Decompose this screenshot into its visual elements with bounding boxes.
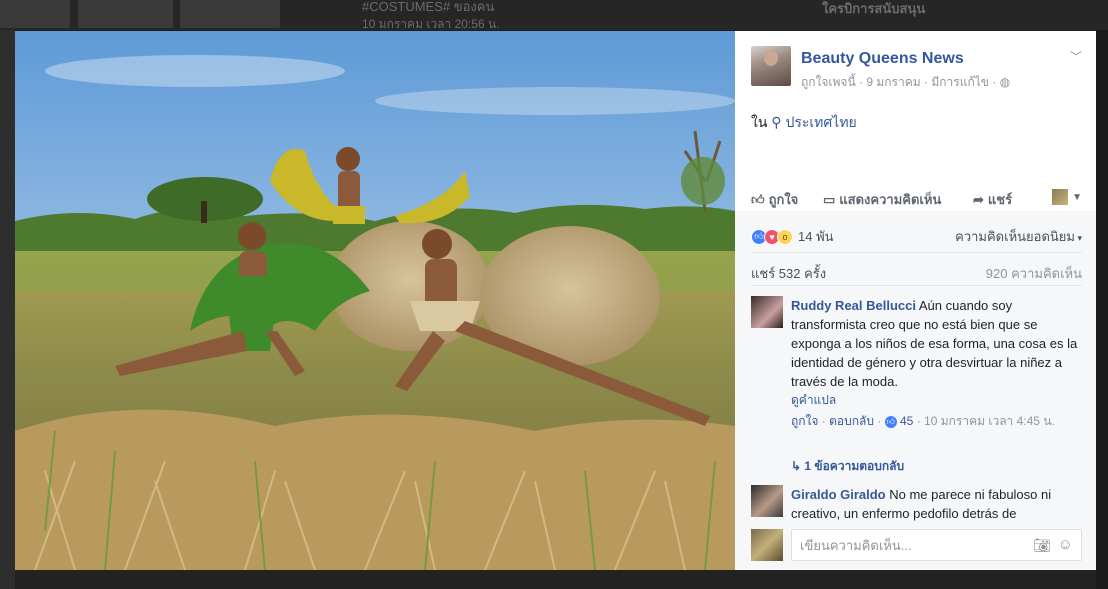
location-prefix: ใน	[751, 114, 768, 130]
caret-down-icon: ▾	[1074, 233, 1082, 243]
background-left-column	[0, 30, 15, 589]
meta-dot: ·	[992, 75, 1000, 89]
post-header: Beauty Queens News ถูกใจเพจนี้ · 9 มกราค…	[751, 46, 1082, 89]
background-thumbnail	[78, 0, 173, 28]
comment-like-link[interactable]: ถูกใจ	[791, 414, 818, 428]
like-button-label: ถูกใจ	[768, 192, 799, 207]
comment-button[interactable]: ▭ แสดงความคิดเห็น	[823, 189, 941, 210]
comment-body: Ruddy Real Bellucci Aún cuando soy trans…	[791, 296, 1082, 431]
share-button-label: แชร์	[987, 192, 1013, 207]
speech-bubble-icon: ▭	[823, 192, 836, 207]
commenter-name[interactable]: Giraldo Giraldo	[791, 487, 886, 502]
commenter-avatar[interactable]	[751, 296, 783, 328]
comment-item: Giraldo Giraldo No me parece ni fabuloso…	[751, 485, 1082, 523]
comment-sort-dropdown[interactable]: ความคิดเห็นยอดนิยม ▾	[955, 226, 1082, 247]
background-thumbnail	[180, 0, 280, 28]
emoji-icon[interactable]: ☺	[1058, 536, 1073, 553]
commenter-avatar[interactable]	[751, 485, 783, 517]
background-sidebar-title: ใครบิการสนับสนุน	[822, 1, 926, 16]
background-thumbnail	[0, 0, 70, 28]
chevron-down-icon[interactable]: ﹀	[1070, 48, 1082, 65]
comment-item: Ruddy Real Bellucci Aún cuando soy trans…	[751, 296, 1082, 473]
divider	[751, 285, 1082, 286]
share-count[interactable]: แชร์ 532 ครั้ง	[751, 263, 826, 284]
reactions-summary[interactable]: 👍︎ ♥ o 14 พัน	[751, 226, 834, 247]
page-name-link[interactable]: Beauty Queens News	[801, 50, 964, 68]
comment-body: Giraldo Giraldo No me parece ni fabuloso…	[791, 485, 1082, 523]
map-pin-icon: ⚲	[771, 114, 782, 130]
meta-dot: ·	[877, 414, 885, 428]
like-page-link[interactable]: ถูกใจเพจนี้	[801, 75, 856, 89]
profile-thumbnail	[1052, 188, 1069, 205]
meta-dot: ·	[916, 414, 925, 428]
comment-timestamp[interactable]: 10 มกราคม เวลา 4:45 น.	[924, 414, 1055, 428]
post-location: ใน ⚲ ประเทศไทย	[751, 112, 857, 134]
wow-reaction-icon: o	[777, 228, 793, 245]
post-meta: ถูกใจเพจนี้ · 9 มกราคม · มีการแก้ไข · ◍	[801, 73, 1010, 92]
background-top-strip: #COSTUMES# ของคน 10 มกราคม เวลา 20:56 น.…	[0, 0, 1108, 31]
share-button[interactable]: ➦ แชร์	[973, 189, 1012, 210]
page-avatar[interactable]	[751, 46, 791, 86]
reply-arrow-icon: ↳	[791, 459, 805, 473]
camera-icon[interactable]: 📷︎	[1033, 537, 1051, 554]
current-user-avatar	[751, 529, 783, 561]
comment-meta: ถูกใจ · ตอบกลับ · 👍︎ 45 · 10 มกราคม เวลา…	[791, 412, 1082, 431]
background-bottom-strip	[15, 570, 1096, 589]
view-replies-link[interactable]: ↳ 1 ข้อความตอบกลับ	[791, 457, 904, 476]
post-actions-bar: 👍︎ ถูกใจ ▭ แสดงความคิดเห็น ➦ แชร์ ▼	[751, 186, 1082, 208]
divider	[751, 252, 1082, 253]
comment-count[interactable]: 920 ความคิดเห็น	[986, 263, 1082, 284]
reaction-count: 14 พัน	[798, 229, 834, 244]
share-arrow-icon: ➦	[973, 192, 984, 207]
location-link[interactable]: ประเทศไทย	[785, 114, 856, 130]
post-photo[interactable]	[15, 31, 735, 570]
like-button[interactable]: 👍︎ ถูกใจ	[751, 189, 798, 210]
comment-like-count[interactable]: 45	[900, 414, 913, 428]
post-date[interactable]: 9 มกราคม	[866, 75, 920, 89]
meta-dot: ·	[821, 414, 830, 428]
globe-icon[interactable]: ◍	[1000, 75, 1010, 89]
comment-input[interactable]	[800, 530, 1020, 560]
sort-label: ความคิดเห็นยอดนิยม	[955, 229, 1075, 244]
see-translation-link[interactable]: ดูคำแปล	[791, 391, 1082, 410]
like-reaction-icon: 👍︎	[884, 415, 897, 428]
photo-illustration	[15, 31, 735, 570]
comment-composer: 📷︎ ☺	[751, 529, 1082, 561]
background-right-column	[1096, 30, 1108, 589]
post-side-panel: Beauty Queens News ถูกใจเพจนี้ · 9 มกราค…	[735, 31, 1096, 570]
thumbs-up-icon: 👍︎	[751, 192, 765, 207]
caret-down-icon: ▼	[1072, 192, 1082, 203]
comment-input-box[interactable]: 📷︎ ☺	[791, 529, 1082, 561]
comment-reply-link[interactable]: ตอบกลับ	[829, 414, 874, 428]
edited-link[interactable]: มีการแก้ไข	[931, 75, 989, 89]
replies-count: 1 ข้อความตอบกลับ	[804, 459, 905, 473]
commenter-name[interactable]: Ruddy Real Bellucci	[791, 298, 916, 313]
post-as-selector[interactable]: ▼	[1052, 188, 1082, 205]
comment-button-label: แสดงความคิดเห็น	[839, 192, 942, 207]
